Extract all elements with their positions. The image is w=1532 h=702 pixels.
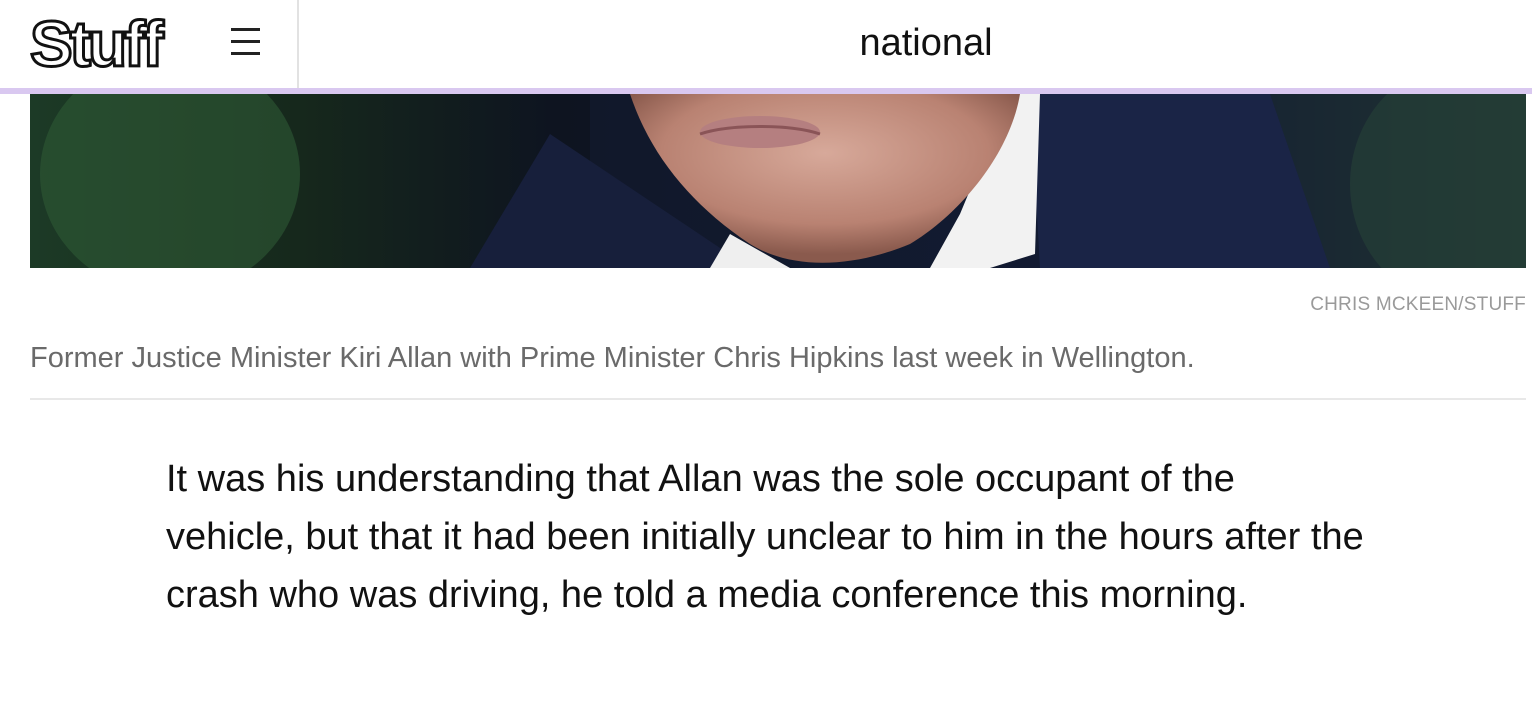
section-title[interactable]: national	[300, 18, 1532, 68]
svg-text:Stuff: Stuff	[30, 12, 164, 74]
photo-caption: Former Justice Minister Kiri Allan with …	[30, 342, 1195, 374]
article-photo	[30, 94, 1526, 268]
article-paragraph: It was his understanding that Allan was …	[166, 458, 1364, 616]
site-header: Stuff national	[0, 0, 1532, 88]
stuff-logo[interactable]: Stuff	[30, 12, 202, 74]
stuff-logo-mark: Stuff	[30, 12, 169, 74]
photo-credit: CHRIS MCKEEN/STUFF	[1310, 294, 1526, 315]
caption-divider	[30, 398, 1526, 400]
menu-icon[interactable]	[228, 26, 264, 58]
header-divider	[297, 0, 299, 88]
